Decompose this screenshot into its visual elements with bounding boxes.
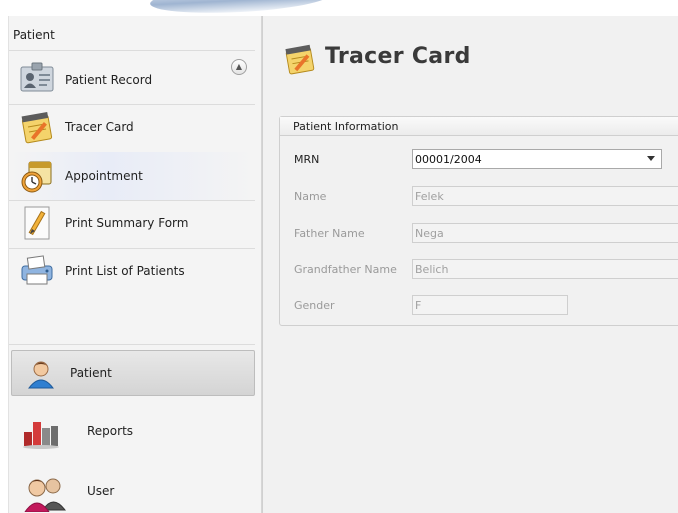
nav-group-header: Patient: [13, 28, 55, 42]
nav-button-patient[interactable]: Patient: [11, 350, 255, 396]
main-content-pane: Tracer Card Patient Information MRN 0000…: [262, 16, 678, 513]
grandfather-name-field[interactable]: Belich: [412, 259, 678, 279]
nav-item-label: Tracer Card: [65, 120, 134, 134]
nav-divider: [9, 344, 255, 345]
name-label: Name: [294, 190, 327, 203]
calendar-clock-icon: [21, 161, 52, 193]
nav-item-appointment[interactable]: Appointment: [9, 152, 255, 200]
notepad-pencil-icon: [21, 111, 53, 144]
mrn-value: 00001/2004: [415, 153, 482, 166]
top-decorative-strip: [0, 0, 678, 16]
nav-button-label: User: [87, 484, 115, 498]
nav-button-label: Patient: [70, 366, 112, 380]
mrn-label: MRN: [294, 153, 320, 166]
group-header: Patient Information: [280, 117, 678, 136]
father-name-field[interactable]: Nega: [412, 223, 678, 243]
users-icon: [24, 478, 67, 512]
printer-icon: [21, 255, 53, 285]
nav-item-label: Print Summary Form: [65, 216, 189, 230]
nav-item-tracer-card[interactable]: Tracer Card: [9, 104, 255, 150]
nav-button-user[interactable]: User: [11, 468, 255, 513]
navigation-pane: Patient ▲ Patient Record Tracer Card App…: [8, 16, 262, 513]
nav-item-print-list-of-patients[interactable]: Print List of Patients: [9, 248, 255, 294]
nav-button-reports[interactable]: Reports: [11, 408, 255, 454]
nav-item-label: Patient Record: [65, 73, 153, 87]
page-title: Tracer Card: [325, 44, 471, 69]
group-title: Patient Information: [293, 120, 399, 133]
nav-item-label: Appointment: [65, 169, 143, 183]
name-field[interactable]: Felek: [412, 186, 678, 206]
notepad-pencil-icon: [285, 44, 315, 75]
gender-label: Gender: [294, 299, 335, 312]
nav-item-label: Print List of Patients: [65, 264, 185, 278]
id-card-icon: [20, 62, 54, 92]
nav-item-print-summary-form[interactable]: Print Summary Form: [9, 200, 255, 246]
bar-chart-icon: [23, 422, 59, 449]
gender-field[interactable]: F: [412, 295, 568, 315]
nav-button-label: Reports: [87, 424, 134, 438]
nav-item-patient-record[interactable]: Patient Record: [9, 54, 255, 100]
patient-information-group: Patient Information MRN 00001/2004 Name …: [279, 116, 678, 326]
nav-divider: [9, 50, 255, 51]
person-icon: [27, 361, 55, 389]
mrn-combobox[interactable]: 00001/2004: [412, 149, 662, 169]
grandfather-name-label: Grandfather Name: [294, 263, 397, 276]
chevron-down-icon[interactable]: [647, 156, 655, 161]
pencil-document-icon: [24, 206, 50, 240]
header-swoosh-graphic: [149, 0, 331, 16]
father-name-label: Father Name: [294, 227, 365, 240]
